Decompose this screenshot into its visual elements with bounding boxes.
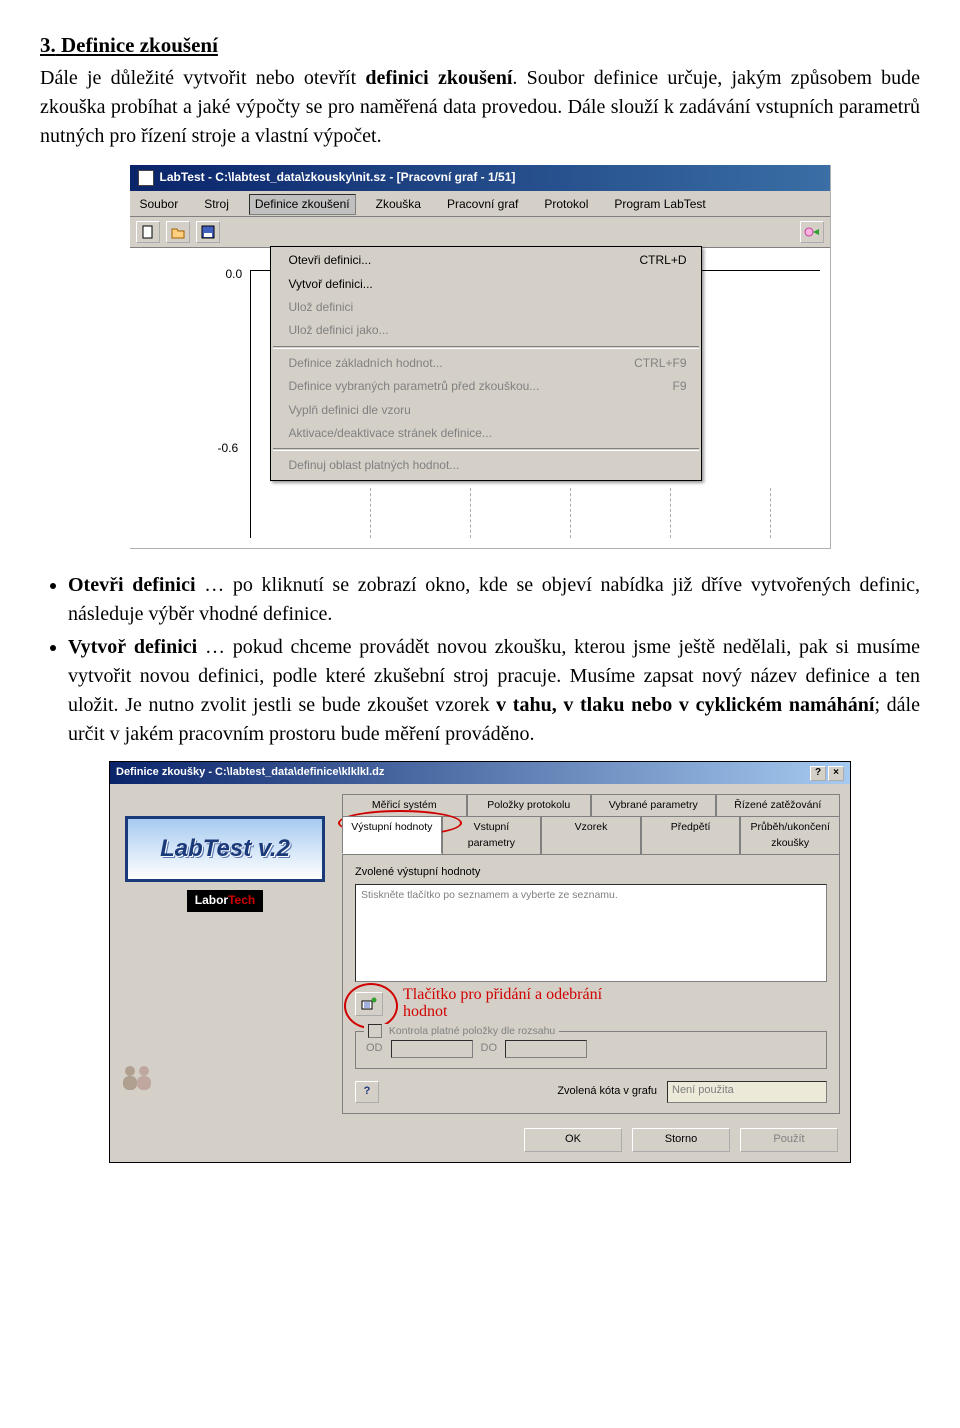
tab-vystupni-hodnoty[interactable]: Výstupní hodnoty: [342, 816, 442, 853]
od-input: [391, 1040, 473, 1058]
range-check-groupbox: Kontrola platné položky dle rozsahu OD D…: [355, 1031, 827, 1069]
menu-soubor[interactable]: Soubor: [134, 194, 185, 215]
tab-vzorek[interactable]: Vzorek: [541, 816, 641, 853]
window-titlebar: LabTest - C:\labtest_data\zkousky\nit.sz…: [130, 165, 830, 190]
tab-polozky-protokolu[interactable]: Položky protokolu: [467, 794, 592, 816]
bullet-vytvor: Vytvoř definici … pokud chceme provádět …: [68, 633, 920, 749]
open-folder-icon[interactable]: [166, 221, 190, 243]
tab-merici-system[interactable]: Měřicí systém: [342, 794, 467, 816]
menu-graf[interactable]: Pracovní graf: [441, 194, 524, 215]
bullet-otevri: Otevři definici … po kliknutí se zobrazí…: [68, 571, 920, 629]
labortech-logo: LaborTech: [187, 890, 263, 911]
dd-definice-zakladnich: Definice základních hodnot...CTRL+F9: [271, 352, 701, 375]
output-values-listbox[interactable]: Stiskněte tlačítko po seznamem a vyberte…: [355, 884, 827, 982]
section-heading: 3. Definice zkoušení: [40, 30, 920, 60]
app-icon: [138, 170, 154, 186]
heading-number: 3.: [40, 33, 56, 57]
add-remove-values-button[interactable]: [355, 992, 383, 1016]
range-check-checkbox: [368, 1024, 382, 1038]
kota-label: Zvolená kóta v grafu: [557, 1084, 657, 1100]
axis-y-label-0: 0.0: [226, 266, 243, 283]
menubar: Soubor Stroj Definice zkoušení Zkouška P…: [130, 191, 830, 217]
dialog-right-panel: Měřicí systém Položky protokolu Vybrané …: [342, 794, 840, 1114]
help-button[interactable]: ?: [355, 1081, 379, 1103]
close-window-button[interactable]: ×: [828, 766, 844, 781]
dialog-titlebar: Definice zkoušky - C:\labtest_data\defin…: [110, 762, 850, 784]
dd-definice-vybranych: Definice vybraných parametrů před zkoušk…: [271, 375, 701, 398]
dialog-left-panel: LabTest v.2 LaborTech: [120, 794, 330, 1114]
dd-uloz-jako: Ulož definici jako...: [271, 319, 701, 342]
storno-button[interactable]: Storno: [632, 1128, 730, 1152]
labtest-logo: LabTest v.2: [125, 816, 325, 882]
heading-text: Definice zkoušení: [61, 33, 218, 57]
groupbox-title: Kontrola platné položky dle rozsahu: [389, 1025, 555, 1037]
new-file-icon[interactable]: [136, 221, 160, 243]
help-window-button[interactable]: ?: [810, 766, 826, 781]
bullet-list: Otevři definici … po kliknutí se zobrazí…: [40, 571, 920, 749]
dialog-title: Definice zkoušky - C:\labtest_data\defin…: [116, 765, 384, 781]
menu-definice[interactable]: Definice zkoušení: [249, 194, 356, 215]
kota-select: Není použita: [667, 1081, 827, 1103]
dd-vytvor-definici[interactable]: Vytvoř definici...: [271, 273, 701, 296]
dd-vypln-dle-vzoru: Vyplň definici dle vzoru: [271, 399, 701, 422]
toolbar-extra-icon[interactable]: [800, 221, 824, 243]
od-label: OD: [366, 1041, 383, 1057]
tab-row-1: Měřicí systém Položky protokolu Vybrané …: [342, 794, 840, 816]
save-disk-icon[interactable]: [196, 221, 220, 243]
menu-protokol[interactable]: Protokol: [538, 194, 594, 215]
users-icon: [120, 1062, 156, 1104]
axis-y-label-neg: -0.6: [218, 440, 239, 457]
chart-area: 0.0 -0.6 Otevři definici...CTRL+D Vytvoř…: [130, 248, 830, 548]
dd-otevri-definici[interactable]: Otevři definici...CTRL+D: [271, 249, 701, 272]
tab-vybrane-parametry[interactable]: Vybrané parametry: [591, 794, 716, 816]
definice-dropdown: Otevři definici...CTRL+D Vytvoř definici…: [270, 246, 702, 481]
paragraph-1: Dále je důležité vytvořit nebo otevřít d…: [40, 64, 920, 151]
dd-uloz-definici: Ulož definici: [271, 296, 701, 319]
tab-row-2: Výstupní hodnoty Vstupní parametry Vzore…: [342, 816, 840, 853]
pouzit-button: Použít: [740, 1128, 838, 1152]
tab-rizene-zatezovani[interactable]: Řízené zatěžování: [716, 794, 841, 816]
ok-button[interactable]: OK: [524, 1128, 622, 1152]
do-label: DO: [481, 1041, 498, 1057]
tab-content: Zvolené výstupní hodnoty Stiskněte tlačí…: [342, 854, 840, 1114]
zvolene-label: Zvolené výstupní hodnoty: [355, 865, 827, 881]
annotation-add-remove-text: Tlačítko pro přidání a odebrání hodnot: [403, 986, 633, 1021]
menu-program[interactable]: Program LabTest: [608, 194, 711, 215]
toolbar: [130, 217, 830, 248]
tab-prubeh-ukonceni[interactable]: Průběh/ukončení zkoušky: [740, 816, 840, 853]
screenshot-labtest-menu: LabTest - C:\labtest_data\zkousky\nit.sz…: [130, 165, 831, 549]
tab-predpeti[interactable]: Předpětí: [641, 816, 741, 853]
dd-aktivace-deaktivace: Aktivace/deaktivace stránek definice...: [271, 422, 701, 445]
dialog-button-row: OK Storno Použít: [110, 1122, 850, 1162]
do-input: [505, 1040, 587, 1058]
dd-definuj-oblast: Definuj oblast platných hodnot...: [271, 454, 701, 477]
window-title: LabTest - C:\labtest_data\zkousky\nit.sz…: [160, 169, 516, 186]
tab-vstupni-parametry[interactable]: Vstupní parametry: [442, 816, 542, 853]
menu-stroj[interactable]: Stroj: [198, 194, 235, 215]
menu-zkouska[interactable]: Zkouška: [370, 194, 427, 215]
screenshot-definice-dialog: Definice zkoušky - C:\labtest_data\defin…: [109, 761, 851, 1163]
